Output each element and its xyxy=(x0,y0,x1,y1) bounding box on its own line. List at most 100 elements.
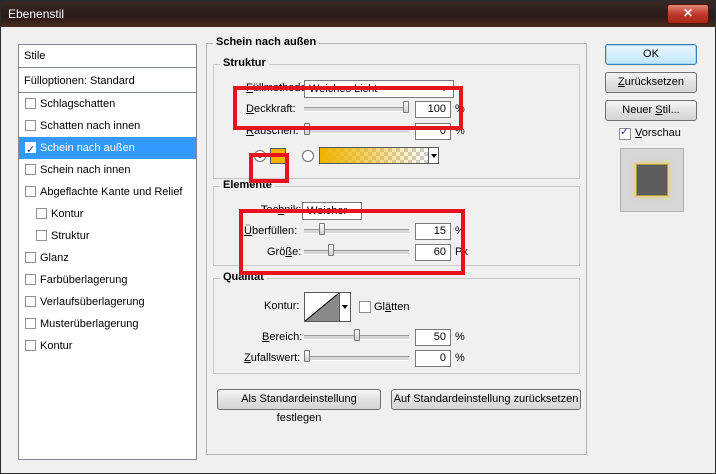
structure-legend: Struktur xyxy=(220,57,269,69)
technique-label: Technik: xyxy=(261,204,302,216)
noise-input[interactable]: 0 xyxy=(415,123,451,140)
title-bar[interactable]: Ebenenstil ✕ xyxy=(1,1,715,27)
sidebar-item[interactable]: Schein nach außen xyxy=(19,137,196,161)
technique-value: Weicher xyxy=(307,205,348,217)
sidebar-item-checkbox[interactable] xyxy=(25,252,36,263)
chevron-down-icon xyxy=(348,209,356,213)
sidebar-item[interactable]: Verlaufsüberlagerung xyxy=(19,291,196,313)
spread-slider-thumb[interactable] xyxy=(318,223,325,235)
sidebar-item-label: Musterüberlagerung xyxy=(40,318,139,330)
preview-checkbox[interactable] xyxy=(619,125,631,140)
sidebar-item[interactable]: Musterüberlagerung xyxy=(19,313,196,335)
structure-group: Struktur Füllmethode: Weiches Licht Deck… xyxy=(213,57,580,179)
jitter-input[interactable]: 0 xyxy=(415,350,451,367)
noise-slider-track[interactable] xyxy=(304,129,409,134)
dialog-client: Stile Fülloptionen: Standard Schlagschat… xyxy=(8,28,708,468)
sidebar-item-checkbox[interactable] xyxy=(25,340,36,351)
styles-header[interactable]: Stile xyxy=(19,45,196,68)
jitter-label: Zufallswert: xyxy=(244,352,301,364)
size-label: Größe: xyxy=(267,246,302,258)
reset-button[interactable]: Zurücksetzen xyxy=(605,72,697,93)
sidebar-item-label: Struktur xyxy=(51,230,90,242)
sidebar-item-label: Schein nach außen xyxy=(40,142,135,154)
size-input[interactable]: 60 xyxy=(415,244,451,261)
panel-title: Schein nach außen xyxy=(213,36,320,48)
sidebar-item[interactable]: Schlagschatten xyxy=(19,93,196,115)
antialias-label: Glätten xyxy=(374,301,410,313)
sidebar-item-checkbox[interactable] xyxy=(25,164,36,175)
jitter-slider-thumb[interactable] xyxy=(304,350,310,362)
sidebar-item-label: Schein nach innen xyxy=(40,164,131,176)
technique-select[interactable]: Weicher xyxy=(302,202,362,220)
range-input[interactable]: 50 xyxy=(415,329,451,346)
blend-mode-select[interactable]: Weiches Licht xyxy=(304,80,454,98)
noise-label: Rauschen: xyxy=(246,125,299,137)
range-unit: % xyxy=(455,331,465,343)
opacity-slider-track[interactable] xyxy=(304,107,409,112)
jitter-unit: % xyxy=(455,352,465,364)
contour-dropdown-arrow[interactable] xyxy=(340,292,351,322)
reset-default-button[interactable]: Auf Standardeinstellung zurücksetzen xyxy=(391,389,581,410)
ok-button[interactable]: OK xyxy=(605,44,697,65)
sidebar-item-label: Glanz xyxy=(40,252,69,264)
glow-gradient-picker[interactable] xyxy=(319,147,429,164)
sidebar-item-checkbox[interactable] xyxy=(36,208,47,219)
quality-legend: Qualität xyxy=(220,271,267,283)
new-style-button[interactable]: Neuer Stil... xyxy=(605,100,697,121)
size-slider-thumb[interactable] xyxy=(327,244,334,256)
range-slider-thumb[interactable] xyxy=(353,329,360,341)
contour-curve-icon xyxy=(305,293,339,321)
elements-legend: Elemente xyxy=(220,179,275,191)
sidebar-item[interactable]: Glanz xyxy=(19,247,196,269)
styles-items: Schlagschatten Schatten nach innen Schein … xyxy=(19,93,196,357)
size-unit: Px xyxy=(455,246,468,258)
gradient-radio[interactable] xyxy=(302,150,314,162)
sidebar-item-checkbox[interactable] xyxy=(25,274,36,285)
sidebar-item[interactable]: Struktur xyxy=(19,225,196,247)
close-icon: ✕ xyxy=(682,6,694,20)
spread-unit: % xyxy=(455,225,465,237)
style-preview xyxy=(620,148,684,212)
preview-swatch xyxy=(636,164,668,196)
sidebar-item[interactable]: Kontur xyxy=(19,335,196,357)
set-default-button[interactable]: Als Standardeinstellung festlegen xyxy=(217,389,381,424)
spread-input[interactable]: 15 xyxy=(415,223,451,240)
blend-mode-label: Füllmethode: xyxy=(246,82,310,94)
sidebar-item-checkbox[interactable] xyxy=(25,296,36,307)
antialias-checkbox[interactable] xyxy=(359,301,371,313)
sidebar-item-label: Schlagschatten xyxy=(40,98,116,110)
range-label: Bereich: xyxy=(262,331,303,343)
close-button[interactable]: ✕ xyxy=(667,4,709,24)
sidebar-item[interactable]: Farbüberlagerung xyxy=(19,269,196,291)
size-slider-track[interactable] xyxy=(304,250,409,255)
color-radio[interactable] xyxy=(254,150,266,162)
sidebar-item[interactable]: Abgeflachte Kante und Relief xyxy=(19,181,196,203)
sidebar-item[interactable]: Kontur xyxy=(19,203,196,225)
sidebar-item-label: Schatten nach innen xyxy=(40,120,141,132)
jitter-slider-track[interactable] xyxy=(304,356,409,361)
sidebar-item-checkbox[interactable] xyxy=(25,120,36,131)
sidebar-item[interactable]: Schein nach innen xyxy=(19,159,196,181)
window-title: Ebenenstil xyxy=(8,7,65,21)
noise-unit: % xyxy=(455,125,465,137)
opacity-slider-thumb[interactable] xyxy=(403,101,409,113)
sidebar-item-checkbox[interactable] xyxy=(36,230,47,241)
sidebar-item-label: Abgeflachte Kante und Relief xyxy=(40,186,183,198)
blending-options[interactable]: Fülloptionen: Standard xyxy=(19,70,196,93)
sidebar-item-checkbox[interactable] xyxy=(25,98,36,109)
sidebar-item-label: Kontur xyxy=(51,208,84,220)
sidebar-item-checkbox[interactable] xyxy=(25,318,36,329)
glow-color-swatch[interactable] xyxy=(270,148,286,164)
opacity-input[interactable]: 100 xyxy=(415,101,451,118)
layer-style-dialog: Ebenenstil ✕ Stile Fülloptionen: Standar… xyxy=(0,0,716,474)
sidebar-item-checkbox[interactable] xyxy=(25,186,36,197)
sidebar-item[interactable]: Schatten nach innen xyxy=(19,115,196,137)
styles-list: Stile Fülloptionen: Standard Schlagschat… xyxy=(18,44,197,460)
noise-slider-thumb[interactable] xyxy=(304,123,310,135)
contour-preview[interactable] xyxy=(304,292,340,322)
gradient-dropdown-arrow[interactable] xyxy=(428,147,439,164)
sidebar-item-label: Verlaufsüberlagerung xyxy=(40,296,145,308)
elements-group: Elemente Technik: Weicher Überfüllen: 15… xyxy=(213,179,580,266)
sidebar-item-checkbox[interactable] xyxy=(25,139,36,161)
quality-group: Qualität Kontur: Glätten Bereich: 50 % Z… xyxy=(213,271,580,374)
